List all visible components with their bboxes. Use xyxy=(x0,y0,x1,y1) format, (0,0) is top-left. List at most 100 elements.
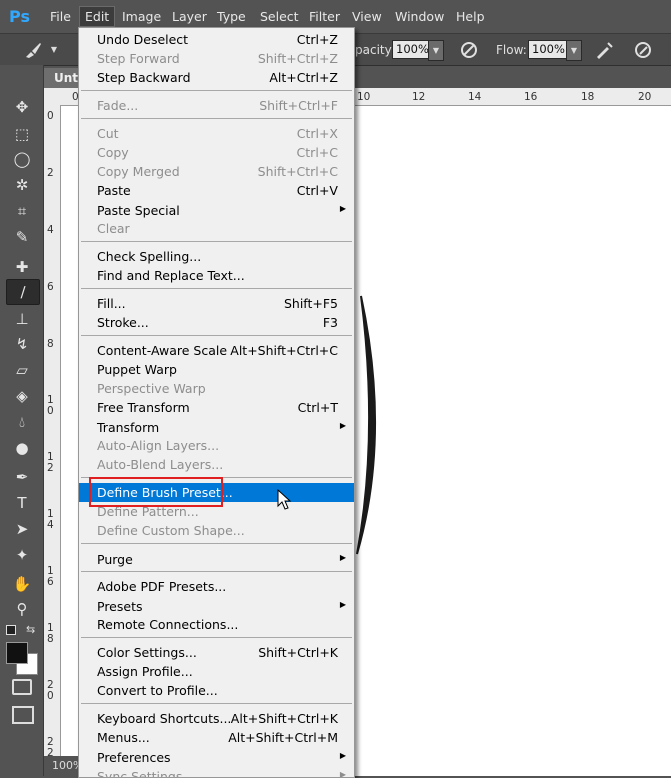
menu-view[interactable]: View xyxy=(352,9,382,24)
menu-item-color-settings[interactable]: Color Settings... Shift+Ctrl+K xyxy=(79,643,354,662)
brush-icon[interactable]: ∕ xyxy=(6,279,40,305)
lasso-icon[interactable]: ◯ xyxy=(6,147,38,171)
pressure-opacity-icon[interactable] xyxy=(458,39,480,61)
menu-item-check-spelling[interactable]: Check Spelling... xyxy=(79,247,354,266)
menu-item-preferences[interactable]: Preferences ▶ xyxy=(79,748,354,767)
ruler-label: 14 xyxy=(468,91,482,103)
menu-item-assign-profile[interactable]: Assign Profile... xyxy=(79,662,354,681)
menu-select[interactable]: Select xyxy=(260,9,299,24)
crop-icon[interactable]: ⌗ xyxy=(6,199,38,223)
foreground-color-swatch[interactable] xyxy=(6,642,28,664)
menu-item-purge[interactable]: Purge ▶ xyxy=(79,550,354,569)
menu-item-content-aware-scale[interactable]: Content-Aware Scale Alt+Shift+Ctrl+C xyxy=(79,341,354,360)
healing-brush-icon[interactable]: ✚ xyxy=(6,255,38,279)
menu-window[interactable]: Window xyxy=(395,9,444,24)
submenu-arrow-icon: ▶ xyxy=(339,204,346,213)
menu-file[interactable]: File xyxy=(50,9,71,24)
menu-item-fade: Fade... Shift+Ctrl+F xyxy=(97,98,338,113)
clone-stamp-icon[interactable]: ⊥ xyxy=(6,307,38,331)
eraser-icon[interactable]: ▱ xyxy=(6,358,38,382)
dodge-icon[interactable]: ● xyxy=(6,436,38,460)
menu-item-copy: Copy Ctrl+C xyxy=(97,145,338,160)
screen-mode-icon[interactable] xyxy=(12,706,34,724)
menu-item-step-backward[interactable]: Step Backward Alt+Ctrl+Z xyxy=(79,68,354,87)
ruler-label: 20 xyxy=(638,91,652,103)
brush-preset-icon[interactable] xyxy=(22,39,44,61)
flow-dropdown[interactable]: ▼ xyxy=(566,40,582,61)
menu-item-presets[interactable]: Presets ▶ xyxy=(79,597,354,616)
ruler-label: 18 xyxy=(47,622,54,645)
menu-item-fill[interactable]: Fill... Shift+F5 xyxy=(79,294,354,313)
menu-image[interactable]: Image xyxy=(122,9,161,24)
type-icon[interactable]: T xyxy=(6,491,38,515)
path-selection-icon[interactable]: ➤ xyxy=(6,517,38,541)
menu-item-puppet-warp[interactable]: Puppet Warp xyxy=(79,360,354,379)
submenu-arrow-icon: ▶ xyxy=(339,770,346,778)
menu-item-keyboard-shortcuts[interactable]: Keyboard Shortcuts... Alt+Shift+Ctrl+K xyxy=(79,709,354,728)
default-colors-icon[interactable] xyxy=(6,625,16,635)
paint-bucket-icon[interactable]: ◈ xyxy=(6,384,38,408)
menu-item-cut: Cut Ctrl+X xyxy=(97,126,338,141)
ruler-label: 14 xyxy=(47,508,54,531)
menu-separator xyxy=(81,637,352,638)
ruler-label: 16 xyxy=(47,565,54,588)
menu-item-stroke[interactable]: Stroke... F3 xyxy=(79,313,354,332)
menu-edit[interactable]: Edit xyxy=(79,6,116,27)
menu-item-free-transform[interactable]: Free Transform Ctrl+T xyxy=(79,398,354,417)
flow-input[interactable]: 100% xyxy=(528,40,567,59)
opacity-dropdown[interactable]: ▼ xyxy=(428,40,444,61)
menu-item-sync-settings: Sync Settings ▶ xyxy=(97,769,346,778)
swap-colors-icon[interactable]: ⇆ xyxy=(26,623,35,636)
menu-layer[interactable]: Layer xyxy=(172,9,207,24)
opacity-label: pacity: xyxy=(355,43,395,57)
annotation-highlight-box xyxy=(89,477,223,507)
menu-separator xyxy=(81,288,352,289)
brush-preset-dropdown[interactable]: ▼ xyxy=(47,40,61,59)
ruler-label: 4 xyxy=(47,224,54,236)
ruler-label: 10 xyxy=(357,91,371,103)
quick-mask-icon[interactable] xyxy=(12,679,32,695)
airbrush-icon[interactable] xyxy=(593,39,615,61)
submenu-arrow-icon: ▶ xyxy=(339,751,346,760)
photoshop-logo: Ps xyxy=(9,7,30,26)
menu-item-menus[interactable]: Menus... Alt+Shift+Ctrl+M xyxy=(79,728,354,747)
edit-menu: Undo Deselect Ctrl+Z Step Forward Shift+Ct… xyxy=(78,27,355,778)
pen-icon[interactable]: ✒ xyxy=(6,465,38,489)
menu-item-paste[interactable]: Paste Ctrl+V xyxy=(79,181,354,200)
history-brush-icon[interactable]: ↯ xyxy=(6,332,38,356)
menu-separator xyxy=(81,118,352,119)
menu-item-undo-deselect[interactable]: Undo Deselect Ctrl+Z xyxy=(79,30,354,49)
submenu-arrow-icon: ▶ xyxy=(339,553,346,562)
move-icon[interactable]: ✥ xyxy=(6,95,38,119)
menu-separator xyxy=(81,571,352,572)
marquee-icon[interactable]: ⬚ xyxy=(6,122,38,146)
blur-icon[interactable]: 💧︎ xyxy=(6,410,38,434)
menu-item-paste-special[interactable]: Paste Special ▶ xyxy=(79,201,354,220)
menu-item-perspective-warp: Perspective Warp xyxy=(97,381,206,396)
ruler-label: 8 xyxy=(47,338,54,350)
ruler-label: 12 xyxy=(47,451,54,474)
ruler-label: 10 xyxy=(47,394,54,417)
shape-icon[interactable]: ✦ xyxy=(6,543,38,567)
menu-item-auto-blend: Auto-Blend Layers... xyxy=(97,457,224,472)
menu-separator xyxy=(81,335,352,336)
menu-filter[interactable]: Filter xyxy=(309,9,340,24)
hand-icon[interactable]: ✋ xyxy=(6,572,38,596)
toolbox: ✥ ⬚ ◯ ✲ ⌗ ✎ ✚ ∕ ⊥ ↯ ▱ ◈ 💧︎ ● ✒ T ➤ ✦ ✋ ⚲… xyxy=(0,65,44,776)
menu-item-remote-connections[interactable]: Remote Connections... xyxy=(79,615,354,634)
eyedropper-icon[interactable]: ✎ xyxy=(6,225,38,249)
zoom-icon[interactable]: ⚲ xyxy=(6,597,38,621)
menu-type[interactable]: Type xyxy=(217,9,246,24)
menu-help[interactable]: Help xyxy=(456,9,485,24)
menu-item-convert-profile[interactable]: Convert to Profile... xyxy=(79,681,354,700)
vertical-ruler: 0 2 4 6 8 10 12 14 16 18 20 22 xyxy=(44,105,61,776)
flow-label: Flow: xyxy=(496,43,527,57)
menu-item-transform[interactable]: Transform ▶ xyxy=(79,418,354,437)
menu-item-adobe-pdf-presets[interactable]: Adobe PDF Presets... xyxy=(79,577,354,596)
menu-item-find-replace[interactable]: Find and Replace Text... xyxy=(79,266,354,285)
opacity-input[interactable]: 100% xyxy=(392,40,431,59)
menu-separator xyxy=(81,90,352,91)
ruler-label: 18 xyxy=(581,91,595,103)
pressure-size-icon[interactable] xyxy=(632,39,654,61)
magic-wand-icon[interactable]: ✲ xyxy=(6,173,38,197)
